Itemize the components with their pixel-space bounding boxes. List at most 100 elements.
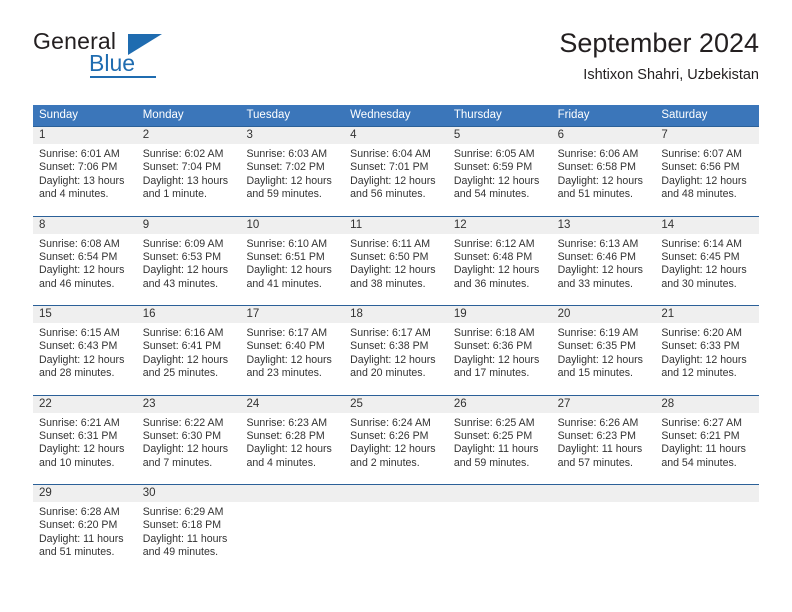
daylight-text-line1: Daylight: 12 hours: [661, 174, 747, 187]
sunset-text: Sunset: 6:43 PM: [39, 340, 118, 353]
sunrise-text: Sunrise: 6:03 AM: [246, 148, 328, 160]
calendar-day-cell-empty: [655, 485, 760, 574]
calendar-day-cell[interactable]: 1 Sunrise: 6:01 AM Sunset: 7:06 PM Daylight…: [33, 127, 137, 216]
sunrise-text: Sunrise: 6:23 AM: [246, 416, 328, 429]
weekday-header-wednesday: Wednesday: [350, 109, 411, 121]
calendar-day-cell[interactable]: 23 Sunrise: 6:22 AM Sunset: 6:30 PM Dayligh…: [136, 395, 241, 485]
calendar-day-cell[interactable]: 8 Sunrise: 6:08 AM Sunset: 6:54 PM Daylight…: [33, 216, 137, 306]
day-number-band: [344, 485, 448, 502]
calendar-day-cell[interactable]: 29 Sunrise: 6:28 AM Sunset: 6:20 PM Dayligh…: [33, 485, 137, 574]
sunset-text: Sunset: 6:58 PM: [557, 161, 636, 174]
day-number: 17: [246, 308, 260, 320]
calendar-day-cell[interactable]: 26 Sunrise: 6:25 AM Sunset: 6:25 PM Dayligh…: [447, 395, 552, 485]
sunset-text: Sunset: 6:26 PM: [350, 429, 429, 442]
daylight-text-line1: Daylight: 12 hours: [350, 264, 436, 277]
calendar-day-cell[interactable]: 30 Sunrise: 6:29 AM Sunset: 6:18 PM Dayligh…: [136, 485, 241, 574]
calendar-day-cell[interactable]: 18 Sunrise: 6:17 AM Sunset: 6:38 PM Dayligh…: [344, 306, 448, 395]
calendar-day-cell[interactable]: 7 Sunrise: 6:07 AM Sunset: 6:56 PM Daylight…: [655, 127, 760, 216]
sunset-text: Sunset: 6:30 PM: [142, 429, 222, 442]
calendar-day-cell[interactable]: 6 Sunrise: 6:06 AM Sunset: 6:58 PM Daylight…: [551, 127, 656, 216]
calendar-day-cell[interactable]: 4 Sunrise: 6:04 AM Sunset: 7:01 PM Daylight…: [344, 127, 448, 216]
day-details: Sunrise: 6:10 AM Sunset: 6:51 PM Daylight:…: [240, 234, 344, 292]
day-details: [655, 502, 759, 506]
day-details: Sunrise: 6:21 AM Sunset: 6:31 PM Daylight:…: [33, 413, 137, 471]
calendar-day-cell[interactable]: 15 Sunrise: 6:15 AM Sunset: 6:43 PM Dayligh…: [33, 306, 137, 395]
daylight-text-line2: and 1 minute.: [142, 188, 207, 201]
weekday-header-sunday: Sunday: [39, 109, 79, 121]
day-number-band: 8: [33, 216, 137, 234]
calendar-day-cell[interactable]: 27 Sunrise: 6:26 AM Sunset: 6:23 PM Dayligh…: [551, 395, 656, 485]
day-number: 9: [142, 218, 150, 231]
daylight-text-line1: Daylight: 12 hours: [453, 353, 540, 366]
calendar-day-cell[interactable]: 13 Sunrise: 6:13 AM Sunset: 6:46 PM Dayligh…: [551, 216, 656, 306]
day-number-band: 24: [240, 395, 345, 413]
calendar-day-cell[interactable]: 10 Sunrise: 6:10 AM Sunset: 6:51 PM Dayligh…: [240, 216, 345, 306]
calendar-day-cell[interactable]: 20 Sunrise: 6:19 AM Sunset: 6:35 PM Dayligh…: [551, 306, 656, 395]
day-number-band: 25: [344, 395, 448, 413]
day-details: [448, 502, 552, 506]
day-number-band: 20: [551, 306, 656, 323]
calendar-day-cell[interactable]: 14 Sunrise: 6:14 AM Sunset: 6:45 PM Dayligh…: [655, 216, 760, 306]
day-number-band: 26: [447, 395, 552, 413]
day-number: 6: [557, 129, 564, 141]
day-number-band: [655, 485, 760, 502]
day-number-band: 30: [136, 485, 241, 502]
day-number-band: 12: [447, 216, 552, 234]
calendar-week-row: 15 Sunrise: 6:15 AM Sunset: 6:43 PM Dayligh…: [33, 305, 760, 395]
page-title: September 2024: [559, 28, 759, 58]
day-number-band: 22: [33, 395, 137, 413]
calendar-day-cell[interactable]: 22 Sunrise: 6:21 AM Sunset: 6:31 PM Dayligh…: [33, 395, 137, 485]
sunrise-text: Sunrise: 6:02 AM: [142, 148, 224, 160]
daylight-text-line1: Daylight: 12 hours: [350, 443, 436, 456]
sunrise-text: Sunrise: 6:12 AM: [453, 237, 535, 250]
sunset-text: Sunset: 6:23 PM: [557, 429, 636, 442]
calendar-page: General Blue September 2024 Ishtixon Sha…: [0, 0, 792, 612]
calendar-day-cell[interactable]: 21 Sunrise: 6:20 AM Sunset: 6:33 PM Dayligh…: [655, 306, 760, 395]
daylight-text-line2: and 59 minutes.: [453, 456, 530, 469]
sunrise-text: Sunrise: 6:17 AM: [246, 327, 328, 339]
day-details: Sunrise: 6:18 AM Sunset: 6:36 PM Daylight:…: [448, 323, 552, 381]
calendar-day-cell[interactable]: 12 Sunrise: 6:12 AM Sunset: 6:48 PM Dayligh…: [447, 216, 552, 306]
daylight-text-line1: Daylight: 12 hours: [661, 264, 747, 277]
calendar-day-cell[interactable]: 17 Sunrise: 6:17 AM Sunset: 6:40 PM Dayligh…: [240, 306, 345, 395]
calendar-weeks: 1 Sunrise: 6:01 AM Sunset: 7:06 PM Daylight…: [33, 126, 760, 574]
sunset-text: Sunset: 6:36 PM: [453, 340, 533, 353]
daylight-text-line1: Daylight: 12 hours: [453, 264, 540, 277]
day-number-band: 21: [655, 306, 760, 323]
day-number: 15: [39, 308, 52, 320]
daylight-text-line1: Daylight: 12 hours: [39, 443, 125, 456]
calendar-week-row: 8 Sunrise: 6:08 AM Sunset: 6:54 PM Daylight…: [33, 215, 760, 306]
calendar-day-cell[interactable]: 24 Sunrise: 6:23 AM Sunset: 6:28 PM Dayligh…: [240, 395, 345, 485]
day-number: 8: [39, 218, 46, 231]
calendar-day-cell[interactable]: 5 Sunrise: 6:05 AM Sunset: 6:59 PM Daylight…: [447, 127, 552, 216]
calendar-day-cell[interactable]: 25 Sunrise: 6:24 AM Sunset: 6:26 PM Dayligh…: [344, 395, 448, 485]
calendar-day-cell[interactable]: 19 Sunrise: 6:18 AM Sunset: 6:36 PM Dayligh…: [447, 306, 552, 395]
calendar-day-cell[interactable]: 28 Sunrise: 6:27 AM Sunset: 6:21 PM Dayligh…: [655, 395, 760, 485]
calendar-day-cell[interactable]: 3 Sunrise: 6:03 AM Sunset: 7:02 PM Daylight…: [240, 127, 345, 216]
sunrise-text: Sunrise: 6:15 AM: [39, 327, 120, 339]
daylight-text-line2: and 10 minutes.: [39, 456, 115, 469]
sunset-text: Sunset: 6:53 PM: [142, 250, 222, 263]
sunrise-text: Sunrise: 6:22 AM: [142, 416, 224, 429]
day-number-band: 4: [344, 127, 448, 144]
sunrise-text: Sunrise: 6:27 AM: [661, 416, 742, 429]
sunset-text: Sunset: 6:48 PM: [453, 250, 533, 263]
day-number: 30: [142, 487, 156, 499]
calendar-day-cell[interactable]: 16 Sunrise: 6:16 AM Sunset: 6:41 PM Dayligh…: [136, 306, 241, 395]
daylight-text-line1: Daylight: 12 hours: [246, 443, 332, 456]
sunrise-text: Sunrise: 6:10 AM: [246, 237, 328, 250]
daylight-text-line1: Daylight: 12 hours: [557, 174, 643, 187]
calendar-day-cell[interactable]: 2 Sunrise: 6:02 AM Sunset: 7:04 PM Daylight…: [136, 127, 241, 216]
title-block: September 2024 Ishtixon Shahri, Uzbekist…: [559, 26, 759, 85]
daylight-text-line2: and 17 minutes.: [453, 367, 530, 380]
day-number: 7: [661, 129, 668, 141]
day-details: Sunrise: 6:22 AM Sunset: 6:30 PM Daylight:…: [137, 413, 241, 471]
sunset-text: Sunset: 6:33 PM: [661, 340, 740, 353]
day-number: 26: [453, 397, 467, 410]
calendar-day-cell[interactable]: 11 Sunrise: 6:11 AM Sunset: 6:50 PM Dayligh…: [344, 216, 448, 306]
day-number-band: [551, 485, 656, 502]
sunrise-text: Sunrise: 6:01 AM: [39, 148, 120, 160]
daylight-text-line2: and 2 minutes.: [350, 456, 420, 469]
calendar-day-cell[interactable]: 9 Sunrise: 6:09 AM Sunset: 6:53 PM Daylight…: [136, 216, 241, 306]
day-number-band: 15: [33, 306, 137, 323]
